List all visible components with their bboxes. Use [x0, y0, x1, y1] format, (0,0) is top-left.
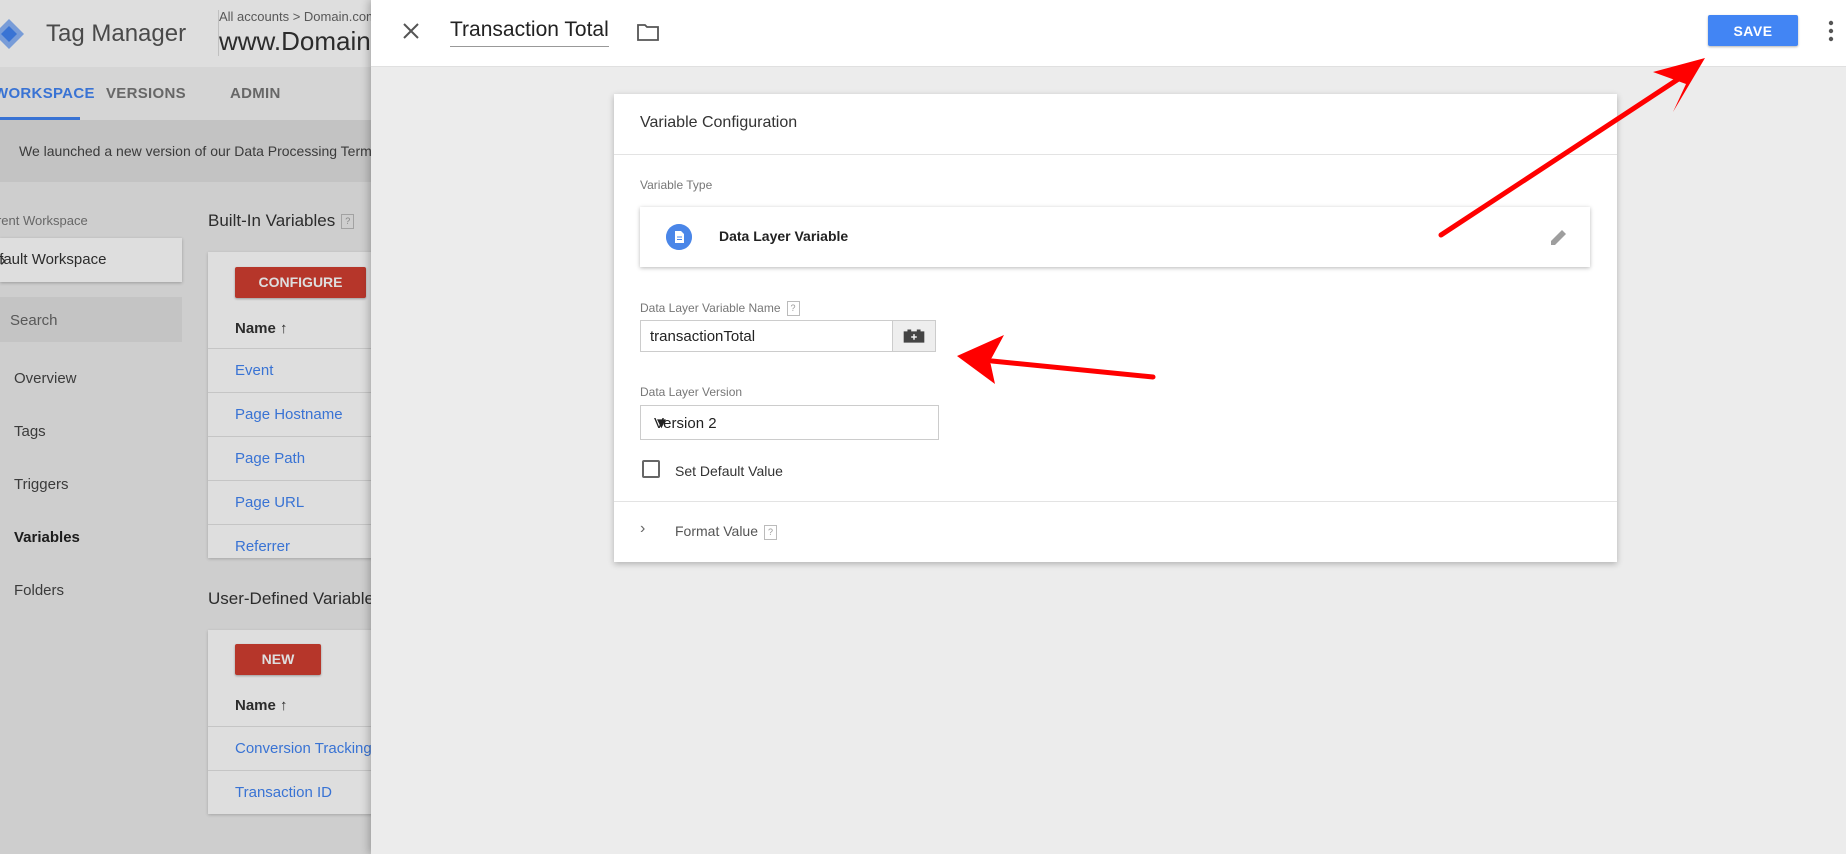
variable-type-label: Variable Type	[640, 178, 713, 192]
folder-icon[interactable]	[636, 20, 660, 44]
format-value-label: Format Value?	[675, 523, 777, 540]
data-layer-version-select[interactable]: Version 2 ▼	[640, 405, 939, 440]
data-layer-version-label: Data Layer Version	[640, 385, 743, 399]
save-button[interactable]: SAVE	[1708, 15, 1798, 46]
format-value-text: Format Value	[675, 523, 758, 539]
dropdown-caret-icon: ▼	[654, 415, 669, 432]
set-default-value-label[interactable]: Set Default Value	[675, 463, 783, 479]
close-icon[interactable]	[399, 19, 423, 43]
chevron-right-icon: ›	[640, 520, 646, 537]
panel-header: Transaction Total SAVE	[371, 0, 1846, 67]
variable-editor-panel: Transaction Total SAVE Variable Configur…	[371, 0, 1846, 854]
document-icon	[666, 224, 692, 250]
divider	[614, 154, 1617, 155]
variable-type-selector[interactable]: Data Layer Variable	[640, 207, 1590, 267]
more-vert-icon[interactable]	[1825, 18, 1837, 44]
help-icon[interactable]: ?	[764, 524, 777, 540]
dlv-name-label-text: Data Layer Variable Name	[640, 301, 781, 315]
configuration-heading: Variable Configuration	[640, 114, 798, 131]
data-layer-variable-name-label: Data Layer Variable Name?	[640, 301, 800, 317]
format-value-toggle[interactable]: › Format Value?	[640, 520, 800, 544]
variable-configuration-card: Variable Configuration Variable Type Dat…	[614, 94, 1617, 562]
insert-variable-icon[interactable]	[892, 320, 936, 352]
data-layer-variable-name-input[interactable]	[640, 320, 892, 352]
set-default-value-checkbox[interactable]	[642, 460, 660, 478]
variable-type-name: Data Layer Variable	[719, 228, 849, 244]
pencil-edit-icon[interactable]	[1548, 226, 1570, 248]
divider	[614, 501, 1617, 502]
help-icon[interactable]: ?	[786, 301, 800, 317]
variable-title[interactable]: Transaction Total	[450, 18, 609, 47]
